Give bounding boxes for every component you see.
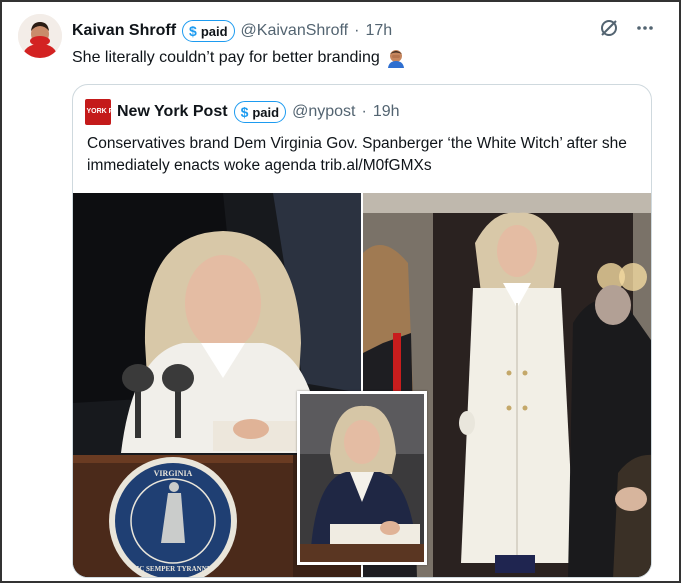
quote-handle[interactable]: @nypost	[292, 103, 355, 121]
avatar[interactable]	[18, 14, 62, 58]
grok-icon[interactable]	[599, 18, 619, 38]
quote-time[interactable]: 19h	[373, 103, 400, 121]
author-handle[interactable]: @KaivanShroff	[241, 22, 349, 40]
quote-paid-label: paid	[252, 104, 280, 120]
author-name[interactable]: Kaivan Shroff	[72, 22, 176, 40]
dollar-icon: $	[240, 104, 249, 120]
facepalm-emoji	[386, 48, 406, 68]
paid-label: paid	[200, 23, 228, 39]
quoted-tweet[interactable]: NEW YORK POST New York Post $ paid @nypo…	[72, 84, 652, 578]
tweet-actions	[599, 18, 655, 38]
media-gallery: VIRGINIA SIC SEMPER TYRANNIS	[73, 193, 651, 577]
tweet-header: Kaivan Shroff $ paid @KaivanShroff · 17h	[72, 18, 392, 44]
paid-badge[interactable]: $ paid	[182, 20, 235, 42]
quote-author-name[interactable]: New York Post	[117, 103, 228, 121]
nypost-logo[interactable]: NEW YORK POST	[73, 99, 128, 125]
quote-separator: ·	[361, 103, 367, 120]
separator: ·	[354, 22, 360, 39]
dollar-icon: $	[189, 23, 197, 39]
quote-text: Conservatives brand Dem Virginia Gov. Sp…	[87, 135, 627, 174]
seal-top-text: VIRGINIA	[154, 469, 193, 478]
tweet-text: She literally couldn’t pay for better br…	[72, 48, 406, 68]
seal-bottom-text: SIC SEMPER TYRANNIS	[133, 565, 214, 573]
quote-header: NEW YORK POST New York Post $ paid @nypo…	[73, 99, 400, 125]
more-icon[interactable]	[635, 18, 655, 38]
photo-inset-navy[interactable]	[297, 391, 427, 565]
tweet-body: She literally couldn’t pay for better br…	[72, 49, 380, 66]
quote-paid-badge[interactable]: $ paid	[233, 101, 287, 123]
tweet-time[interactable]: 17h	[365, 22, 392, 40]
